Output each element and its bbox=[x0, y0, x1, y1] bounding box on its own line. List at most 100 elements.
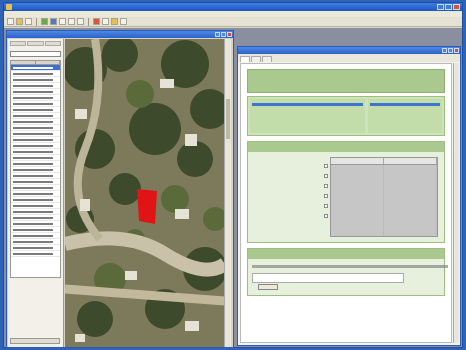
checkbox[interactable] bbox=[324, 174, 328, 178]
print-icon[interactable] bbox=[111, 18, 118, 25]
zoom-out-icon[interactable] bbox=[77, 18, 84, 25]
scrollbar-thumb[interactable] bbox=[226, 99, 230, 139]
aerial-map-view[interactable] bbox=[65, 39, 225, 347]
panel-status-field bbox=[10, 338, 60, 344]
checkbox[interactable] bbox=[324, 214, 328, 218]
tab[interactable] bbox=[10, 41, 27, 46]
list-item[interactable] bbox=[11, 251, 60, 257]
list-item-text bbox=[13, 90, 53, 93]
planning-section bbox=[247, 248, 448, 296]
parcel-list-panel bbox=[8, 39, 64, 347]
section-title bbox=[248, 249, 444, 259]
save-icon[interactable] bbox=[25, 18, 32, 25]
imagery-window bbox=[6, 30, 234, 348]
list-item-text bbox=[13, 186, 53, 189]
list-item-text bbox=[13, 66, 53, 69]
tab[interactable] bbox=[251, 56, 261, 62]
tab[interactable] bbox=[44, 41, 61, 46]
open-icon[interactable] bbox=[16, 18, 23, 25]
parcel-search-input[interactable] bbox=[10, 51, 61, 57]
toolbar bbox=[4, 17, 462, 27]
list-item-text bbox=[13, 192, 53, 195]
parcel-panel-tabs bbox=[8, 39, 63, 48]
list-item-text bbox=[13, 234, 53, 237]
measure-icon[interactable] bbox=[102, 18, 109, 25]
table-body bbox=[331, 165, 437, 236]
minimize-button[interactable] bbox=[437, 4, 444, 10]
maximize-button[interactable] bbox=[448, 48, 453, 53]
list-item-text bbox=[13, 174, 53, 177]
list-item-text bbox=[13, 246, 53, 249]
zoom-in-icon[interactable] bbox=[68, 18, 75, 25]
layer-icon[interactable] bbox=[41, 18, 48, 25]
list-item-text bbox=[13, 84, 53, 87]
identify-icon[interactable] bbox=[93, 18, 100, 25]
column-header[interactable] bbox=[11, 61, 36, 64]
section-input[interactable] bbox=[252, 273, 404, 283]
aerial-image bbox=[65, 39, 225, 347]
tab[interactable] bbox=[27, 41, 44, 46]
title-bar bbox=[4, 3, 462, 11]
workspace bbox=[4, 28, 462, 348]
new-icon[interactable] bbox=[7, 18, 14, 25]
toolbar-separator bbox=[36, 17, 37, 26]
planning-tabs bbox=[238, 54, 460, 62]
list-item-text bbox=[13, 162, 53, 165]
property-info-left bbox=[250, 99, 366, 133]
property-info-band bbox=[247, 96, 445, 136]
list-item-text bbox=[13, 114, 53, 117]
section-note bbox=[252, 265, 448, 268]
list-item-text bbox=[13, 216, 53, 219]
select-icon[interactable] bbox=[50, 18, 57, 25]
list-item-text bbox=[13, 108, 53, 111]
imagery-window-title-bar bbox=[7, 31, 233, 38]
list-item-text bbox=[13, 96, 53, 99]
toolbar-separator bbox=[88, 17, 89, 26]
section-button[interactable] bbox=[258, 284, 278, 290]
list-item-text bbox=[13, 120, 53, 123]
list-item-text bbox=[13, 102, 53, 105]
list-item-text bbox=[13, 150, 53, 153]
section-body bbox=[248, 152, 444, 242]
section-title bbox=[248, 142, 444, 152]
imagery-window-controls bbox=[215, 32, 232, 37]
help-icon[interactable] bbox=[120, 18, 127, 25]
column-header[interactable] bbox=[36, 61, 60, 64]
map-vertical-scrollbar[interactable] bbox=[224, 39, 231, 347]
minimize-button[interactable] bbox=[442, 48, 447, 53]
tab[interactable] bbox=[262, 56, 272, 62]
planning-table bbox=[330, 157, 438, 237]
pan-icon[interactable] bbox=[59, 18, 66, 25]
planning-window-title-bar bbox=[238, 47, 460, 54]
checkbox[interactable] bbox=[324, 194, 328, 198]
list-item-text bbox=[13, 204, 53, 207]
maximize-button[interactable] bbox=[445, 4, 452, 10]
parcel-list bbox=[10, 65, 61, 278]
selected-value-bar[interactable] bbox=[370, 103, 440, 106]
planning-vertical-scrollbar[interactable] bbox=[453, 63, 459, 343]
checkbox[interactable] bbox=[324, 204, 328, 208]
selected-value-bar[interactable] bbox=[252, 103, 364, 106]
column-header bbox=[331, 158, 384, 164]
list-item-text bbox=[13, 144, 53, 147]
maximize-button[interactable] bbox=[221, 32, 226, 37]
table-column[interactable] bbox=[331, 165, 384, 236]
planning-content bbox=[240, 63, 452, 343]
list-item-text bbox=[13, 126, 53, 129]
checkbox[interactable] bbox=[324, 164, 328, 168]
checkbox[interactable] bbox=[324, 184, 328, 188]
list-item-text bbox=[13, 78, 53, 81]
close-button[interactable] bbox=[453, 4, 460, 10]
close-button[interactable] bbox=[454, 48, 459, 53]
close-button[interactable] bbox=[227, 32, 232, 37]
section-body bbox=[248, 259, 448, 295]
planning-window-controls bbox=[442, 48, 459, 53]
application-window bbox=[3, 2, 463, 348]
tab[interactable] bbox=[240, 56, 250, 62]
list-item-text bbox=[13, 138, 53, 141]
table-header bbox=[331, 158, 437, 165]
property-info-right bbox=[368, 99, 442, 133]
list-item-text bbox=[13, 72, 53, 75]
minimize-button[interactable] bbox=[215, 32, 220, 37]
table-column[interactable] bbox=[384, 165, 437, 236]
